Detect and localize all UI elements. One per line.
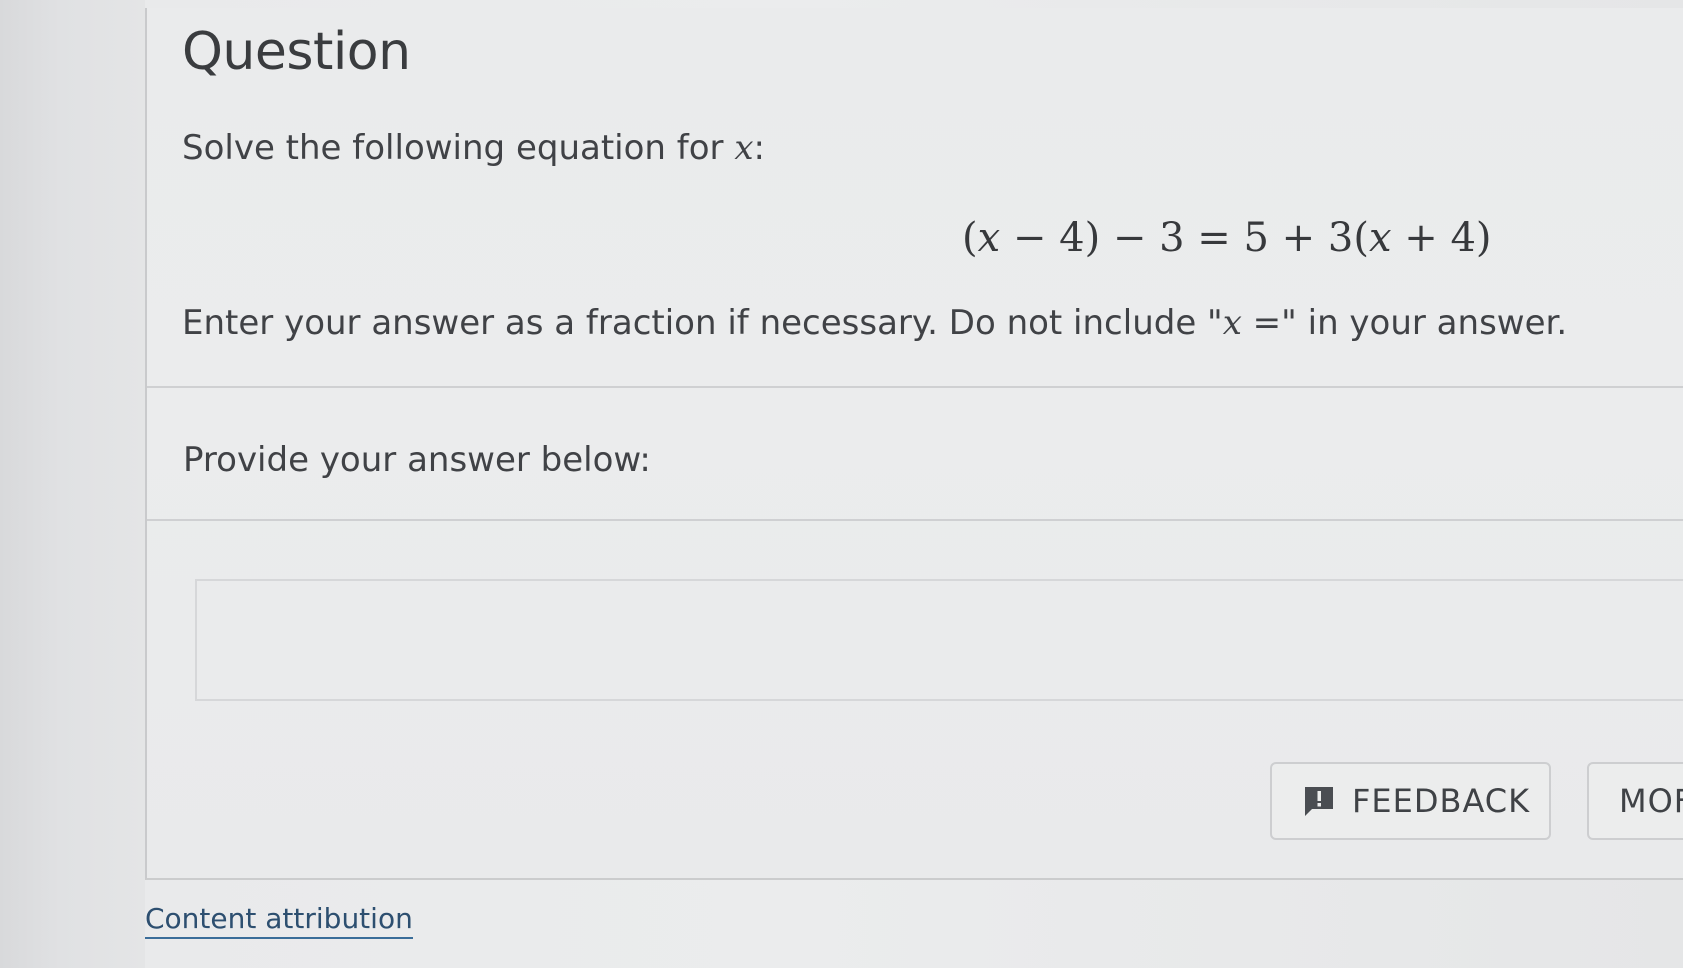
content-attribution-link[interactable]: Content attribution xyxy=(145,902,413,939)
prompt-text: Solve the following equation for xyxy=(182,128,735,168)
feedback-icon xyxy=(1302,784,1336,818)
instructions-variable: x xyxy=(1222,303,1242,343)
page: Question Solve the following equation fo… xyxy=(0,0,1683,968)
prompt-variable: x xyxy=(734,128,754,168)
left-gutter xyxy=(0,0,145,968)
section-divider xyxy=(147,519,1683,521)
prompt-suffix: : xyxy=(753,128,765,168)
instructions-text: Enter your answer as a fraction if neces… xyxy=(182,303,1223,343)
equation-variable-2: x xyxy=(1368,215,1392,261)
equation: (x − 4) − 3 = 5 + 3(x + 4) xyxy=(962,215,1492,261)
feedback-button[interactable]: FEEDBACK xyxy=(1270,762,1551,840)
feedback-label: FEEDBACK xyxy=(1352,782,1531,820)
page-title: Question xyxy=(182,22,411,82)
equation-part-2: − 4) − 3 = 5 + 3( xyxy=(1000,215,1369,261)
section-divider xyxy=(147,386,1683,388)
equation-part-3: + 4) xyxy=(1391,215,1492,261)
equation-part-1: ( xyxy=(962,215,978,261)
more-button[interactable]: MOF xyxy=(1587,762,1683,840)
answer-input[interactable] xyxy=(195,579,1683,701)
more-label: MOF xyxy=(1619,782,1683,820)
answer-label: Provide your answer below: xyxy=(183,440,651,480)
instructions-equals: = xyxy=(1241,303,1282,343)
answer-instructions: Enter your answer as a fraction if neces… xyxy=(182,303,1567,343)
question-prompt: Solve the following equation for x: xyxy=(182,128,765,168)
equation-variable-1: x xyxy=(977,215,1001,261)
instructions-suffix: " in your answer. xyxy=(1281,303,1568,343)
